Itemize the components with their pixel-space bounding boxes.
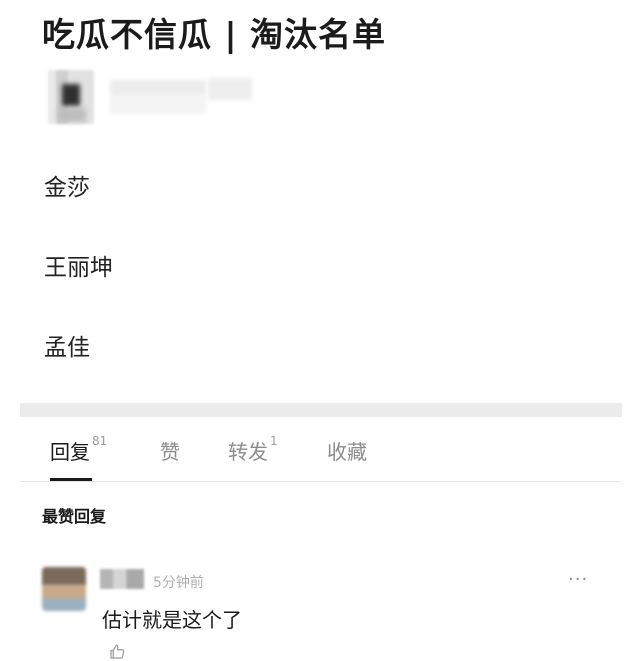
tab-likes[interactable]: 赞 — [160, 436, 180, 465]
commenter-name-blurred[interactable] — [100, 569, 144, 589]
thumbs-up-icon[interactable] — [108, 643, 126, 661]
comment-timestamp: 5分钟前 — [153, 575, 204, 591]
commenter-avatar[interactable] — [42, 567, 86, 611]
tab-bar: 回复 81 赞 转发 1 收藏 — [20, 420, 622, 482]
comment-item: 5分钟前 ··· 估计就是这个了 — [0, 555, 640, 659]
tab-label: 收藏 — [327, 440, 367, 464]
author-avatar[interactable] — [48, 70, 94, 124]
tab-replies[interactable]: 回复 81 — [50, 434, 108, 465]
author-info[interactable] — [48, 70, 252, 130]
section-heading-top-replies: 最赞回复 — [42, 507, 107, 526]
list-item: 孟佳 — [44, 335, 90, 361]
tab-count: 1 — [270, 434, 278, 448]
author-name-blurred — [110, 80, 206, 114]
tab-reposts[interactable]: 转发 1 — [228, 434, 278, 465]
list-item: 金莎 — [44, 175, 90, 201]
tab-label: 赞 — [160, 440, 180, 464]
tab-label: 回复 — [50, 440, 90, 464]
list-item: 王丽坤 — [44, 255, 113, 281]
active-tab-indicator — [50, 478, 92, 481]
author-meta-blurred — [208, 78, 252, 100]
tab-count: 81 — [92, 434, 108, 448]
tab-label: 转发 — [228, 440, 268, 464]
comment-text: 估计就是这个了 — [102, 608, 242, 632]
post-title: 吃瓜不信瓜 | 淘汰名单 — [42, 15, 387, 54]
tab-favorites[interactable]: 收藏 — [327, 436, 367, 465]
section-divider — [20, 403, 622, 417]
more-options-icon[interactable]: ··· — [568, 569, 588, 590]
